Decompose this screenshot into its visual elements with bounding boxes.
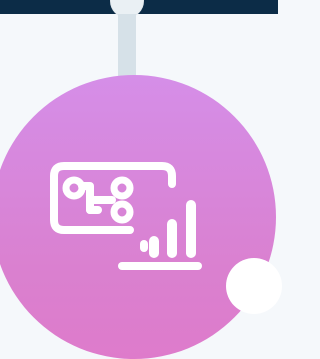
connector-stem [118, 14, 136, 82]
corner-dot [226, 258, 282, 314]
process-flow-analytics-icon [50, 162, 202, 270]
